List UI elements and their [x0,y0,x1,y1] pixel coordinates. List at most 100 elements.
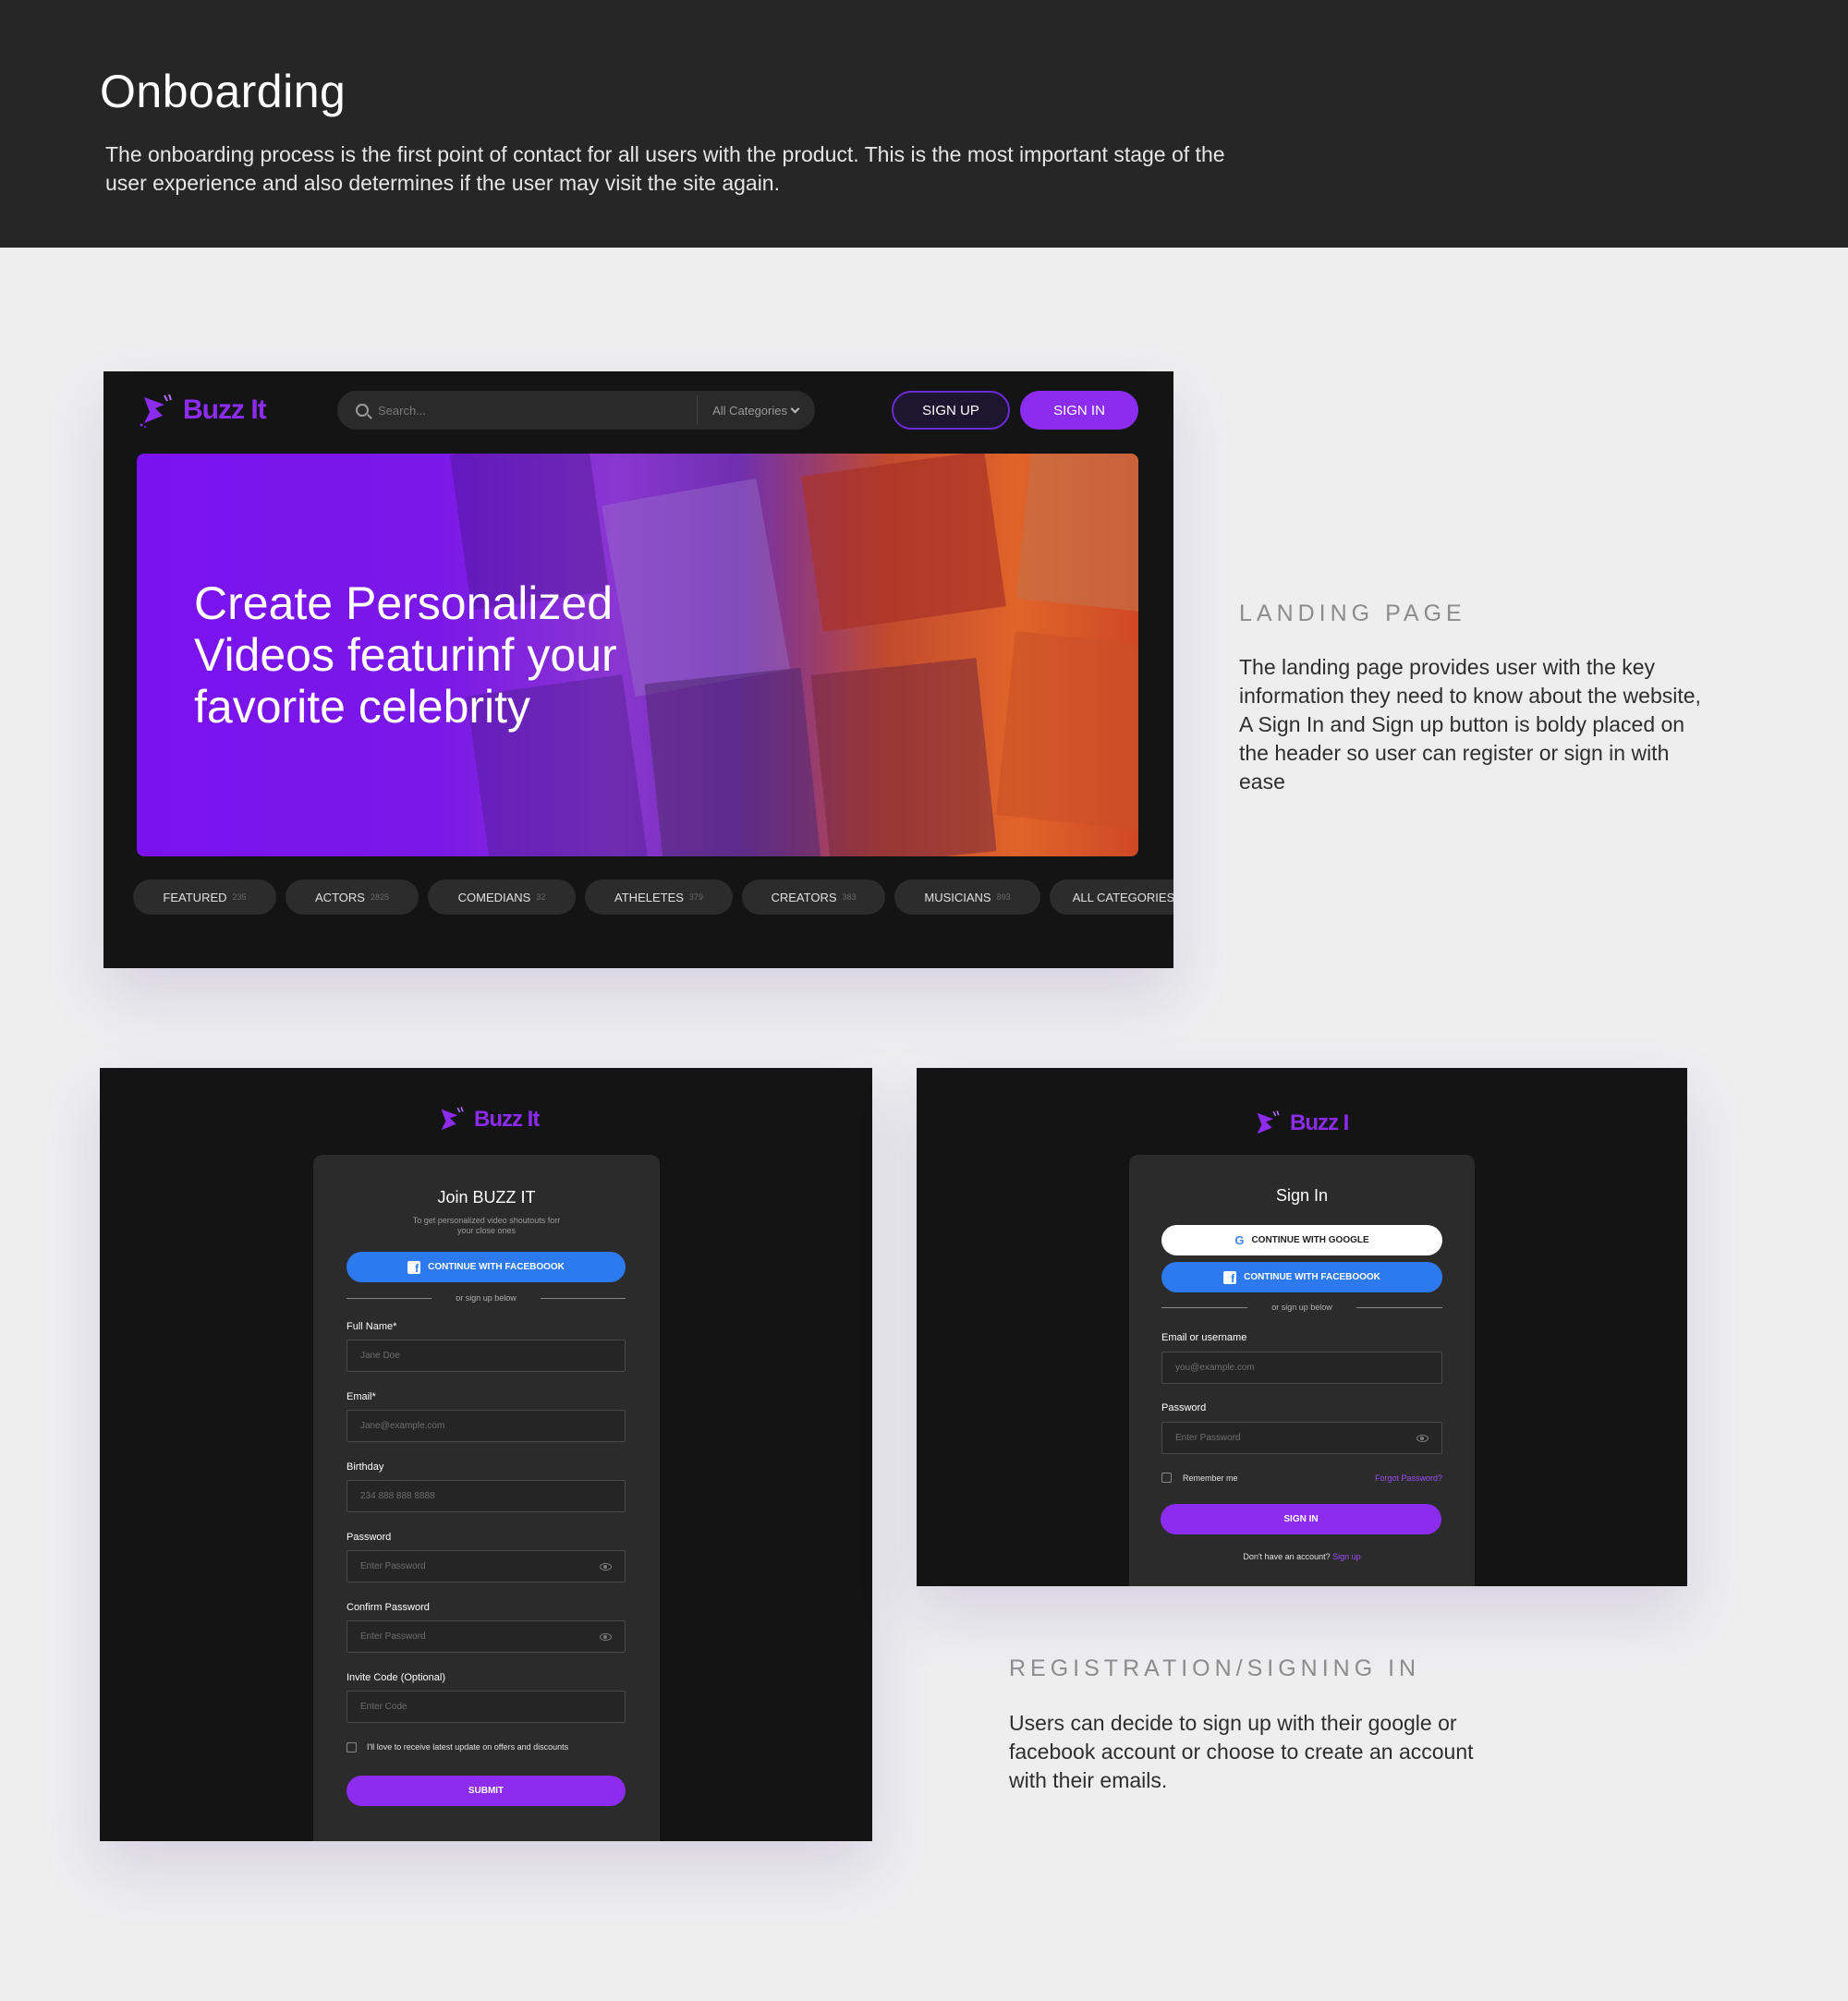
button-label: CONTINUE WITH FACEBOOOK [428,1262,565,1272]
continue-facebook-button[interactable]: f CONTINUE WITH FACEBOOOK [1161,1262,1442,1292]
signin-mockup: Buzz I Sign In G CONTINUE WITH GOOGLE f … [917,1068,1687,1586]
newsletter-label: I'll love to receive latest update on of… [367,1742,569,1752]
subtitle-line: your close ones [456,1226,517,1235]
hero-photo [801,454,1006,633]
category-chip-featured[interactable]: FEATURED 235 [133,879,276,915]
chip-count: 235 [232,892,247,902]
chip-count: 32 [536,892,546,902]
category-chip-all[interactable]: ALL CATEGORIES [1050,879,1173,915]
continue-facebook-button[interactable]: f CONTINUE WITH FACEBOOOK [346,1252,626,1282]
buzz-logo-icon [1251,1109,1283,1138]
hero-banner: Create Personalized Videos featurinf you… [137,454,1138,856]
eye-icon[interactable] [600,1563,612,1570]
email-label: Email or username [1161,1332,1247,1343]
buzz-it-logo[interactable]: Buzz I [1251,1109,1349,1138]
header-band: Onboarding The onboarding process is the… [0,0,1848,248]
chip-count: 2825 [370,892,389,902]
forgot-password-link[interactable]: Forgot Password? [1375,1473,1442,1483]
or-text: or sign up below [1271,1303,1332,1312]
category-tabs: FEATURED 235 ACTORS 2825 COMEDIANS 32 ATHEL… [133,879,1173,915]
chip-label: COMEDIANS [457,890,531,904]
brand-name: Buzz It [183,394,267,425]
category-chip-comedians[interactable]: COMEDIANS 32 [428,879,576,915]
category-select-value: All Categories [712,403,787,418]
email-label: Email* [346,1391,376,1402]
remember-label: Remember me [1183,1473,1238,1483]
sign-in-button[interactable]: SIGN IN [1020,391,1138,430]
page-description: The onboarding process is the first poin… [105,142,1225,195]
register-title: Join BUZZ IT [437,1188,536,1207]
register-card: Join BUZZ IT To get personalized video s… [313,1155,660,1841]
confirm-password-placeholder: Enter Password [360,1631,426,1642]
category-select[interactable]: All Categories [698,404,815,418]
facebook-icon: f [1223,1270,1237,1284]
chip-label: ALL CATEGORIES [1072,890,1173,904]
email-field[interactable]: Jane@example.com [346,1410,626,1442]
brand-name: Buzz It [474,1107,540,1132]
search-input[interactable]: Search... [378,404,697,418]
full-name-field[interactable]: Jane Doe [346,1340,626,1372]
register-subtitle: To get personalized video shoutouts forr… [313,1216,660,1236]
facebook-icon: f [407,1260,421,1274]
password-label: Password [1161,1402,1207,1413]
buzz-it-logo[interactable]: Buzz It [137,392,267,429]
google-icon: G [1234,1233,1245,1247]
eye-icon[interactable] [1416,1435,1429,1442]
chevron-down-icon [790,404,800,413]
hero-photo [995,631,1138,831]
sign-up-button[interactable]: SIGN UP [892,391,1010,430]
hero-photo [810,658,997,856]
hero-photo [1015,454,1138,613]
landing-section-label: LANDING PAGE [1239,600,1466,626]
page-title: Onboarding [100,66,346,117]
password-label: Password [346,1532,392,1543]
landing-page-mockup: Buzz It Search... All Categories SIGN UP… [103,371,1173,968]
eye-icon[interactable] [600,1633,612,1641]
submit-button[interactable]: SUBMIT [346,1776,626,1806]
or-divider: or sign up below [346,1293,626,1303]
button-label: CONTINUE WITH FACEBOOOK [1244,1272,1380,1282]
registration-section-label: REGISTRATION/SIGNING IN [1009,1655,1421,1681]
chip-label: FEATURED [163,890,227,904]
email-field[interactable]: you@example.com [1161,1352,1442,1384]
signin-title: Sign In [1275,1186,1329,1205]
full-name-label: Full Name* [346,1321,397,1332]
category-chip-atheletes[interactable]: ATHELETES 379 [585,879,733,915]
subtitle-line: To get personalized video shoutouts forr [412,1216,561,1225]
signup-prompt: Don't have an account? Sign up [1129,1552,1475,1561]
search-icon [356,404,369,417]
chip-label: MUSICIANS [924,890,991,904]
category-chip-musicians[interactable]: MUSICIANS 893 [894,879,1040,915]
birthday-field[interactable]: 234 888 888 8888 [346,1480,626,1512]
sign-in-submit-button[interactable]: SIGN IN [1161,1504,1441,1534]
signin-card: Sign In G CONTINUE WITH GOOGLE f CONTINU… [1129,1155,1475,1586]
category-chip-actors[interactable]: ACTORS 2825 [286,879,419,915]
remember-checkbox[interactable] [1161,1473,1172,1483]
hero-title: Create Personalized Videos featurinf you… [194,577,617,733]
birthday-label: Birthday [346,1461,384,1473]
password-placeholder: Enter Password [360,1561,426,1571]
or-text: or sign up below [456,1293,517,1303]
chip-count: 893 [996,892,1011,902]
invite-code-field[interactable]: Enter Code [346,1691,626,1723]
newsletter-checkbox[interactable] [346,1742,357,1752]
registration-section-body: Users can decide to sign up with their g… [1009,1711,1474,1792]
password-field[interactable]: Enter Password [346,1550,626,1583]
or-divider: or sign up below [1161,1303,1443,1312]
registration-mockup: Buzz It Join BUZZ IT To get personalized… [100,1068,872,1841]
chip-label: CREATORS [771,890,837,904]
chip-label: ACTORS [315,890,365,904]
continue-google-button[interactable]: G CONTINUE WITH GOOGLE [1161,1225,1442,1255]
invite-code-label: Invite Code (Optional) [346,1672,445,1683]
chip-count: 383 [842,892,857,902]
buzz-it-logo[interactable]: Buzz It [435,1105,540,1134]
confirm-password-field[interactable]: Enter Password [346,1620,626,1653]
button-label: CONTINUE WITH GOOGLE [1251,1235,1369,1245]
password-field[interactable]: Enter Password [1161,1422,1442,1454]
category-chip-creators[interactable]: CREATORS 383 [742,879,885,915]
brand-name: Buzz I [1290,1110,1349,1135]
chip-count: 379 [688,892,703,902]
sign-up-link[interactable]: Sign up [1332,1552,1361,1561]
search-bar[interactable]: Search... All Categories [337,391,815,430]
confirm-password-label: Confirm Password [346,1602,430,1613]
